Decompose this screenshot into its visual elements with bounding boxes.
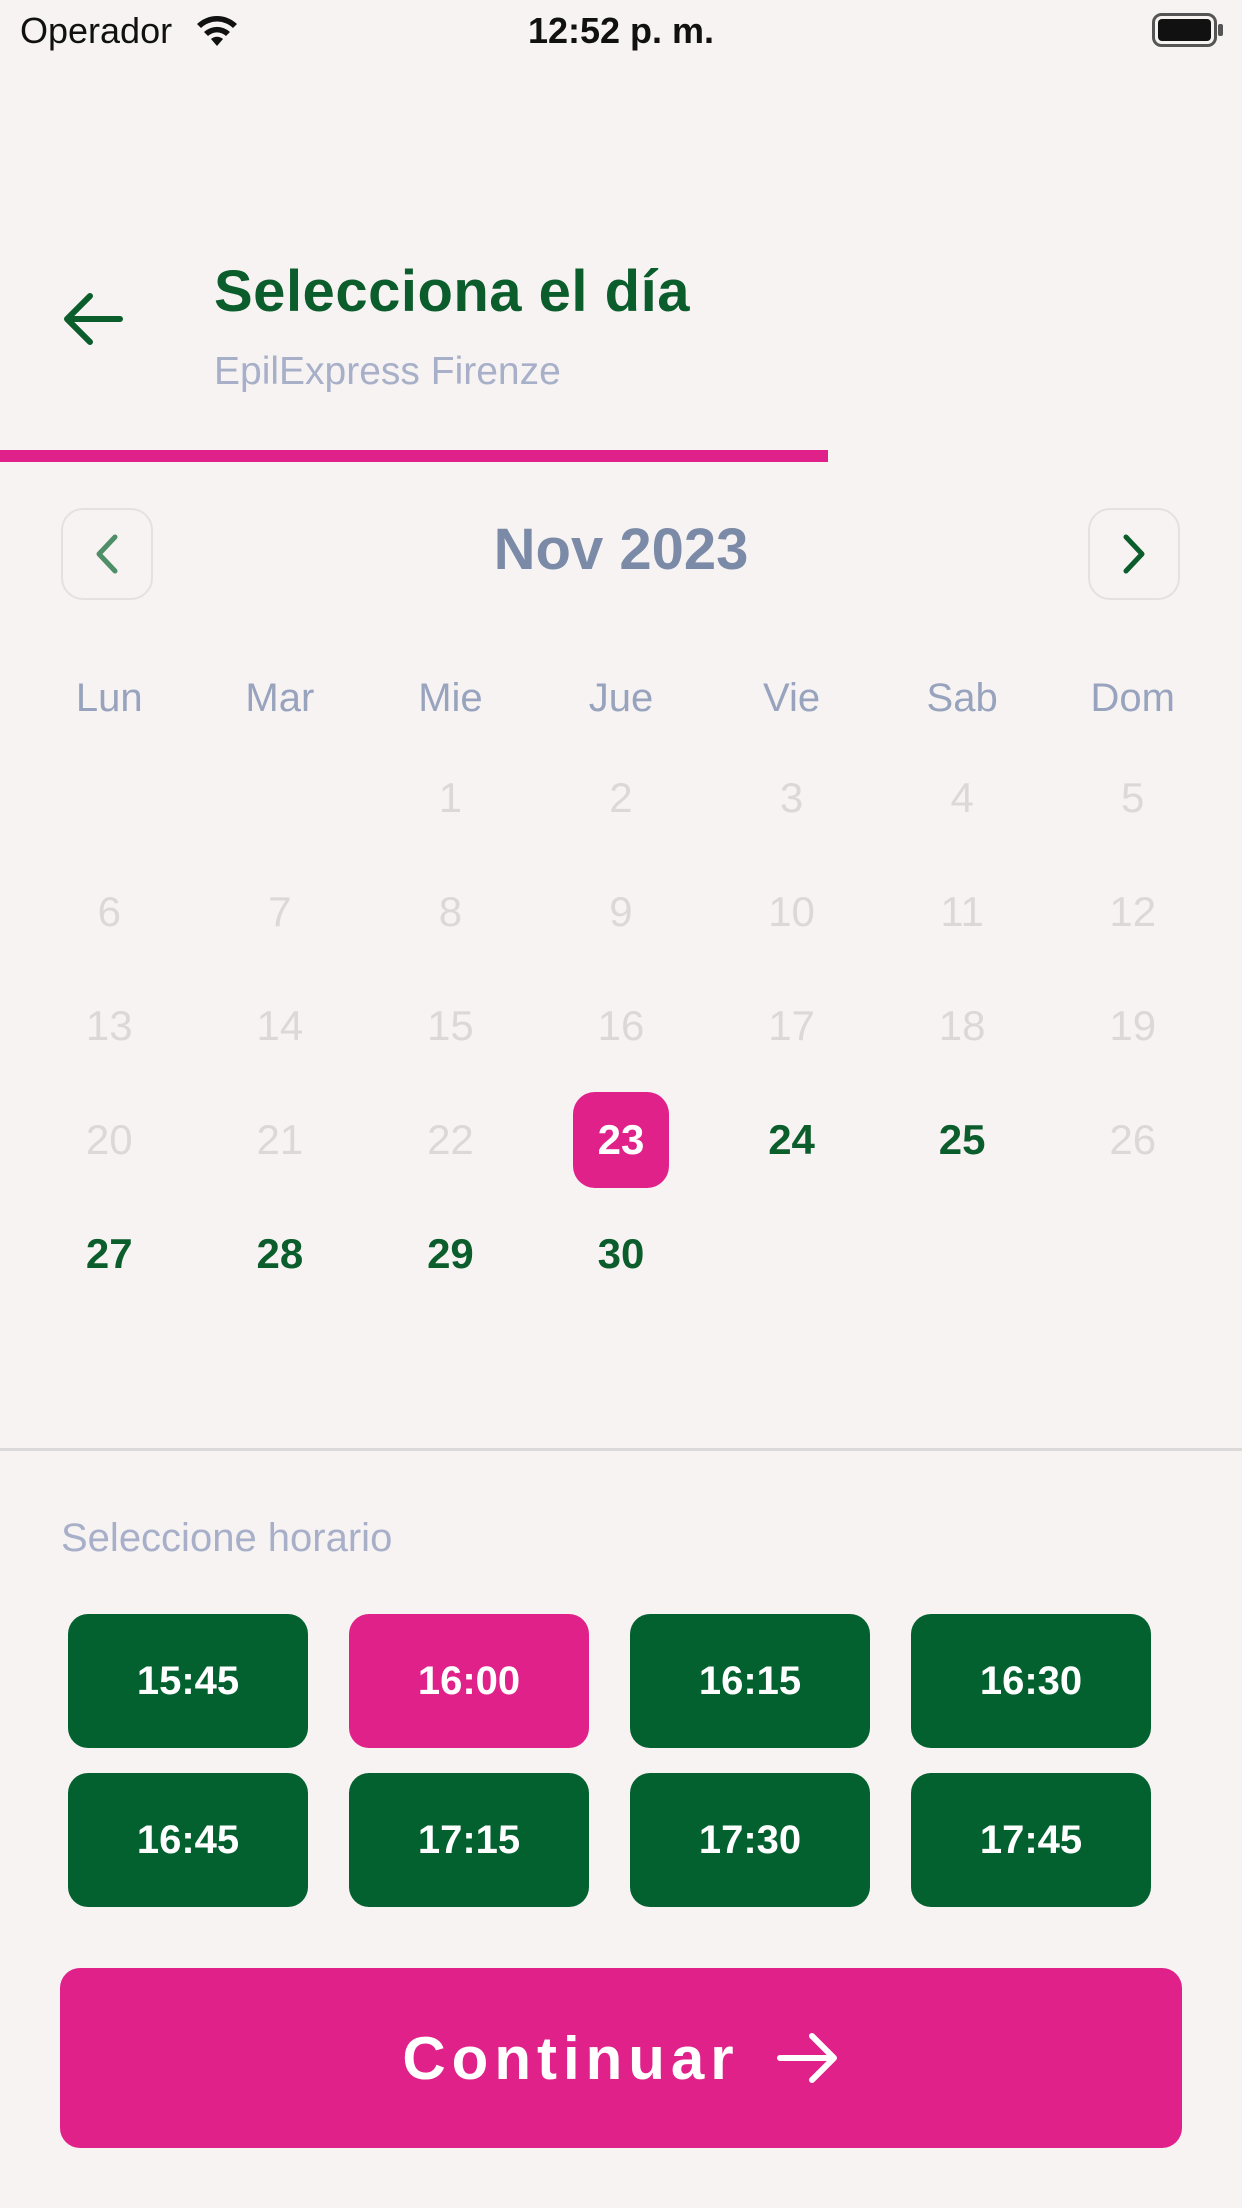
calendar-day-label: 13: [85, 1002, 133, 1049]
calendar-day-label: 23: [572, 1092, 669, 1188]
calendar-day-label: 29: [427, 1230, 474, 1277]
calendar-day[interactable]: 24: [706, 1108, 877, 1222]
calendar-day-selected[interactable]: 23: [536, 1092, 707, 1222]
weekday-label: Sab: [926, 676, 998, 720]
calendar-day: 6: [24, 880, 195, 994]
calendar-day-label: 5: [1121, 774, 1145, 821]
divider: [0, 1448, 1242, 1451]
calendar-day: 21: [195, 1108, 366, 1222]
arrow-right-icon: [776, 2033, 837, 2083]
weekday-label: Lun: [75, 676, 143, 720]
time-slot[interactable]: 17:15: [349, 1773, 589, 1907]
calendar-day: 5: [1047, 766, 1218, 880]
time-slot[interactable]: 17:30: [630, 1773, 870, 1907]
calendar-day-label: 25: [938, 1116, 986, 1163]
battery-icon: [1152, 13, 1223, 47]
calendar-day-label: 28: [256, 1230, 304, 1277]
calendar-day-label: 10: [768, 888, 815, 935]
calendar-day: 18: [877, 994, 1048, 1108]
calendar-day: 15: [365, 994, 536, 1108]
weekday-label: Mar: [245, 676, 315, 720]
calendar-day-label: 22: [427, 1116, 474, 1163]
arrow-left-icon[interactable]: [58, 284, 128, 354]
time-slot-selected[interactable]: 16:00: [349, 1614, 589, 1748]
calendar-day: 12: [1047, 880, 1218, 994]
calendar-day-label: 24: [768, 1116, 815, 1163]
time-slot[interactable]: 17:45: [911, 1773, 1151, 1907]
calendar-day-label: 20: [85, 1116, 133, 1163]
calendar-day: 22: [365, 1108, 536, 1222]
time-slot[interactable]: 16:15: [630, 1614, 870, 1748]
time-slot[interactable]: 16:45: [68, 1773, 308, 1907]
weekday-label: Mie: [418, 676, 483, 720]
time-slot[interactable]: 15:45: [68, 1614, 308, 1748]
calendar-day: 2: [536, 766, 707, 880]
chevron-right-icon: [1123, 534, 1145, 574]
next-month-button[interactable]: [1088, 508, 1180, 600]
calendar-day: 11: [877, 880, 1048, 994]
calendar-day-label: 11: [940, 888, 984, 935]
calendar-day-label: 19: [1109, 1002, 1157, 1049]
calendar-day-label: 6: [97, 888, 121, 935]
calendar-day-label: 17: [768, 1002, 815, 1049]
calendar-day[interactable]: 27: [24, 1222, 195, 1336]
continue-label: Continuar: [402, 2024, 740, 2092]
status-time: 12:52 p. m.: [527, 10, 715, 51]
calendar-day-label: 21: [256, 1116, 304, 1163]
calendar-day[interactable]: 30: [536, 1222, 707, 1336]
calendar-grid: 1 2 3 4 5 6 7 8 9 10 11 12 13 14 15 16 17 18 19 20 21 22 23 24 2…: [24, 766, 1218, 1336]
calendar-blank: [24, 766, 195, 880]
calendar-day-label: 2: [609, 774, 633, 821]
calendar-day-label: 12: [1109, 888, 1157, 935]
calendar-day: 14: [195, 994, 366, 1108]
calendar-day: 13: [24, 994, 195, 1108]
calendar-day-label: 15: [427, 1002, 474, 1049]
calendar-day-label: 1: [438, 774, 463, 821]
calendar-day-label: 16: [597, 1002, 645, 1049]
calendar-day-label: 9: [609, 888, 633, 935]
calendar-day: 10: [706, 880, 877, 994]
weekday-label: Dom: [1090, 676, 1175, 720]
time-slot-grid: 15:45 16:00 16:15 16:30 16:45 17:15 17:30 17:45: [68, 1614, 1152, 1907]
calendar-day: 19: [1047, 994, 1218, 1108]
page-title: Selecciona el día: [214, 259, 690, 324]
calendar-day[interactable]: 25: [877, 1108, 1048, 1222]
calendar-day-label: 8: [438, 888, 463, 935]
calendar-day-label: 30: [597, 1230, 645, 1277]
calendar-day-label: 14: [256, 1002, 304, 1049]
calendar-day: 7: [195, 880, 366, 994]
continue-button[interactable]: Continuar: [60, 1968, 1182, 2148]
calendar-day-label: 7: [268, 888, 292, 935]
calendar-day: 1: [365, 766, 536, 880]
calendar-day: 9: [536, 880, 707, 994]
schedule-label: Seleccione horario: [61, 1516, 393, 1560]
calendar-day: 26: [1047, 1108, 1218, 1222]
calendar-day: 3: [706, 766, 877, 880]
calendar-blank: [195, 766, 366, 880]
calendar-day: 16: [536, 994, 707, 1108]
weekday-label: Jue: [588, 676, 654, 720]
calendar-day-label: 3: [779, 774, 804, 821]
page-subtitle: EpilExpress Firenze: [214, 350, 561, 393]
calendar-day: 8: [365, 880, 536, 994]
calendar-day[interactable]: 29: [365, 1222, 536, 1336]
calendar-day: 17: [706, 994, 877, 1108]
calendar-day-label: 26: [1109, 1116, 1157, 1163]
calendar-day-label: 18: [938, 1002, 986, 1049]
time-slot[interactable]: 16:30: [911, 1614, 1151, 1748]
weekday-label: Vie: [763, 676, 821, 720]
progress-bar: [0, 450, 828, 462]
calendar-day[interactable]: 28: [195, 1222, 366, 1336]
weekday-header: Lun Mar Mie Jue Vie Sab Dom: [24, 676, 1218, 721]
calendar-day: 4: [877, 766, 1048, 880]
calendar-day: 20: [24, 1108, 195, 1222]
month-label: Nov 2023: [493, 517, 749, 582]
calendar-day-label: 4: [950, 774, 974, 821]
calendar-day-label: 27: [85, 1230, 133, 1277]
